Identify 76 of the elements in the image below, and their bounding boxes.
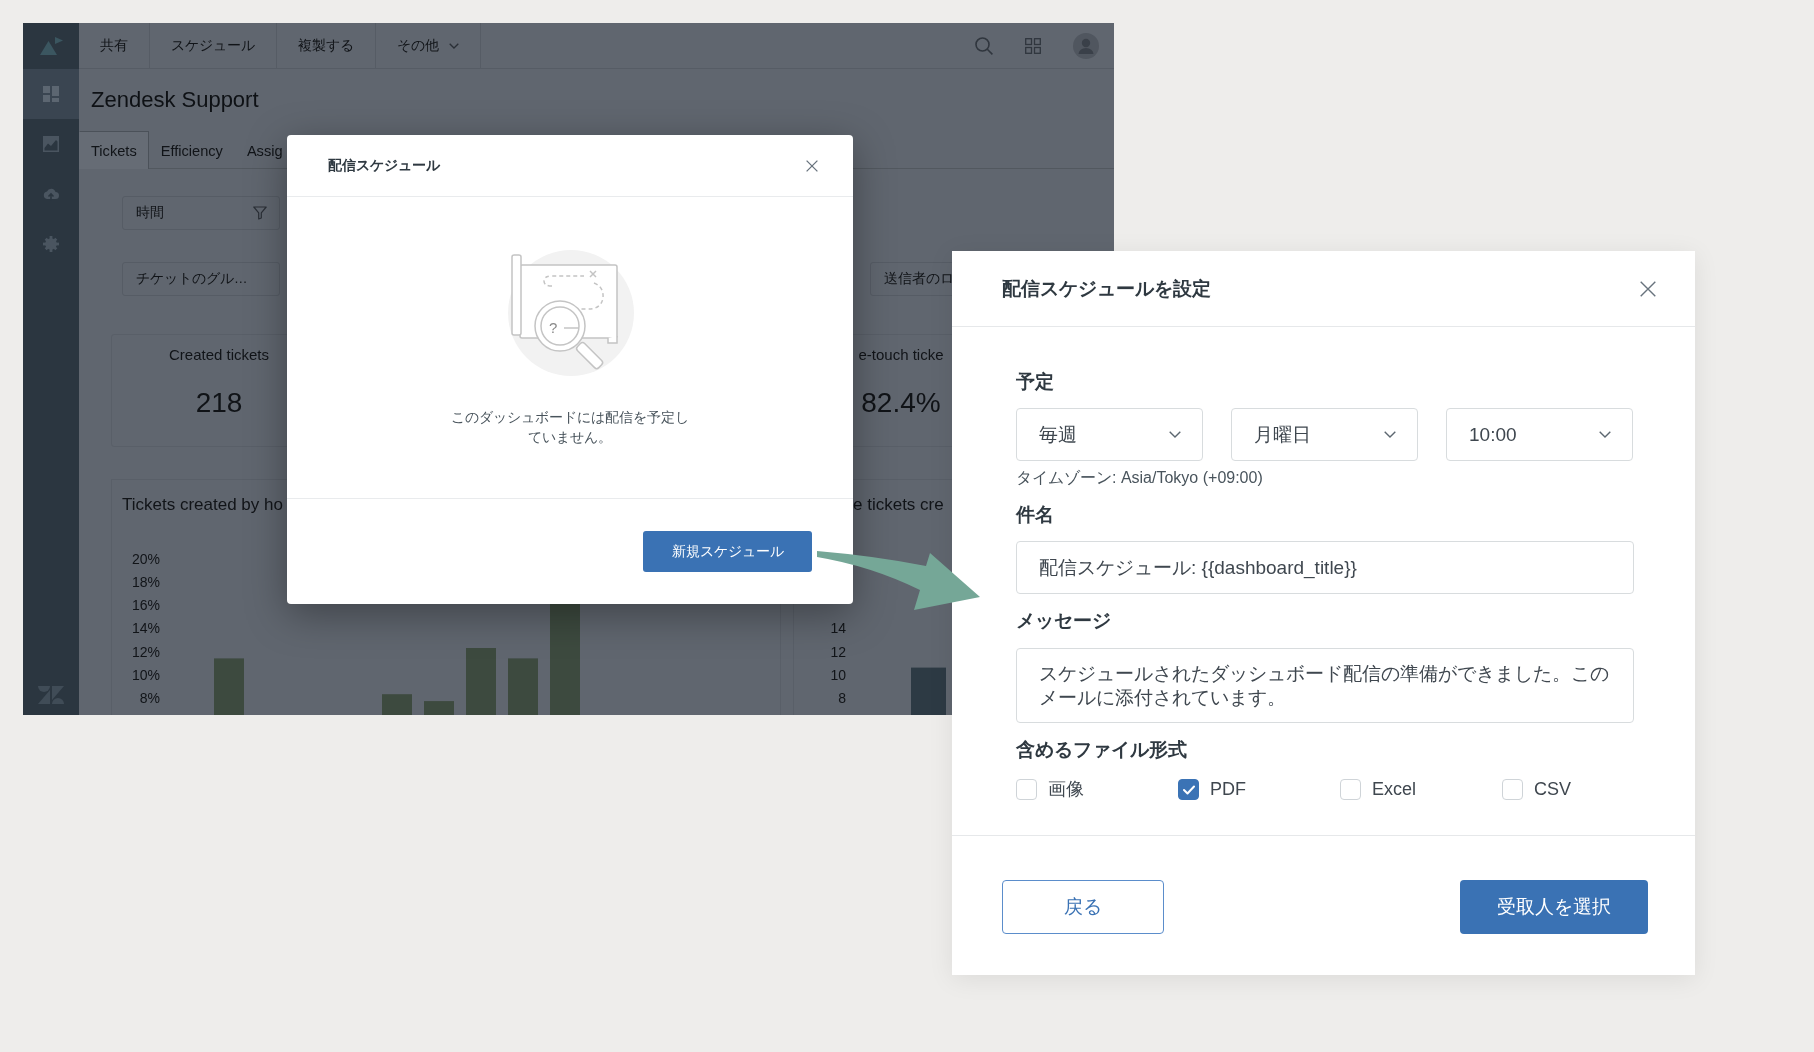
app-title: Zendesk Support — [91, 87, 259, 113]
axis-tick-label: 12% — [131, 643, 160, 660]
axis-tick-label: 12 — [830, 643, 846, 660]
close-button[interactable] — [1640, 280, 1656, 297]
chevron-down-icon — [1599, 431, 1611, 438]
axis-tick-label: 8% — [139, 689, 160, 706]
dropdown[interactable]: 月曜日 — [1231, 408, 1418, 461]
metric-label: Created tickets — [168, 345, 269, 365]
tab[interactable]: Assig — [234, 131, 295, 169]
axis-tick-label: 20% — [131, 551, 160, 568]
toolbar-item[interactable]: その他 — [376, 23, 481, 68]
metric-value: 82.4% — [861, 386, 941, 420]
back-button[interactable]: 戻る — [1002, 880, 1164, 934]
apps-grid-icon[interactable] — [1025, 37, 1041, 54]
chart-title: Tickets created by ho — [122, 495, 283, 515]
chevron-down-icon — [1169, 431, 1181, 438]
bar — [214, 658, 244, 715]
axis-tick-label: 10% — [131, 666, 160, 683]
chart-title: e tickets cre — [853, 495, 944, 515]
tab[interactable]: Tickets — [79, 131, 149, 169]
close-icon — [806, 159, 818, 172]
checkbox-label[interactable]: PDF — [1210, 778, 1246, 801]
settings-icon — [43, 236, 59, 252]
field-label: メッセージ — [1016, 609, 1111, 633]
bar — [424, 701, 454, 715]
logo-icon — [39, 37, 63, 55]
filter-dropdown[interactable]: 時間 — [122, 196, 280, 230]
axis-tick-label: 18% — [131, 574, 160, 591]
filter-dropdown[interactable]: チケットのグル… — [122, 262, 280, 296]
dashboard-icon — [43, 86, 59, 102]
chevron-down-icon — [1384, 431, 1396, 438]
timezone-note: タイムゾーン: Asia/Tokyo (+09:00) — [1016, 468, 1263, 488]
bar — [508, 658, 538, 715]
filter-icon — [253, 206, 267, 220]
metric-label: e-touch ticke — [858, 345, 944, 365]
area-chart-icon — [43, 136, 59, 152]
check-icon — [1182, 784, 1195, 795]
axis-tick-label: 14 — [830, 620, 846, 637]
message-field[interactable]: スケジュールされたダッシュボード配信の準備ができました。このメールに添付されています。 — [1016, 648, 1634, 723]
close-button[interactable] — [806, 159, 818, 172]
axis-tick-label: 8 — [838, 689, 846, 706]
toolbar-item[interactable]: 共有 — [79, 23, 150, 68]
sidebar-button[interactable] — [43, 136, 59, 152]
sidebar-button[interactable] — [43, 236, 59, 252]
avatar-icon[interactable] — [1073, 32, 1099, 59]
chevron-down-icon — [449, 42, 459, 49]
axis-tick-label: 14% — [131, 620, 160, 637]
sidebar-button[interactable] — [43, 186, 59, 202]
metric-value: 218 — [195, 386, 243, 420]
cloud-upload-icon — [43, 186, 59, 202]
dropdown[interactable]: 10:00 — [1446, 408, 1633, 461]
bar — [466, 648, 496, 715]
select-recipients-button[interactable]: 受取人を選択 — [1460, 880, 1648, 934]
checkbox-label[interactable]: 画像 — [1048, 778, 1084, 801]
dropdown[interactable]: 毎週 — [1016, 408, 1203, 461]
axis-tick-label: 10 — [830, 666, 846, 683]
subject-field[interactable]: 配信スケジュール: {{dashboard_title}} — [1016, 541, 1634, 594]
search-icon[interactable] — [975, 36, 993, 55]
toolbar-item[interactable]: 複製する — [277, 23, 376, 68]
checkbox-label[interactable]: CSV — [1534, 778, 1571, 801]
axis-tick-label: 16% — [131, 597, 160, 614]
dialog-title: 配信スケジュール — [328, 156, 440, 175]
toolbar-item[interactable]: スケジュール — [150, 23, 277, 68]
sidebar-button[interactable] — [23, 69, 79, 119]
tab[interactable]: Efficiency — [148, 131, 235, 169]
empty-message: このダッシュボードには配信を予定していません。 — [450, 408, 690, 447]
checkbox-label[interactable]: Excel — [1372, 778, 1416, 801]
close-icon — [1640, 280, 1656, 297]
field-label: 件名 — [1016, 503, 1054, 527]
field-label: 含めるファイル形式 — [1016, 738, 1187, 762]
new-schedule-button[interactable]: 新規スケジュール — [643, 531, 812, 572]
bar — [911, 667, 946, 715]
checkbox[interactable] — [1178, 779, 1199, 800]
question-mark: ? — [549, 319, 558, 336]
bar — [382, 694, 412, 715]
field-label: 予定 — [1016, 370, 1054, 394]
